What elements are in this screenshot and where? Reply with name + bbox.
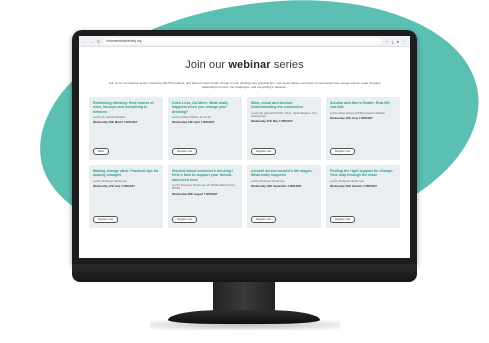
webinar-card: Mind, mood and alcohol: Understanding th… xyxy=(247,97,321,160)
webinar-card: Making change stick: Practical tips for … xyxy=(89,165,163,228)
register-button[interactable]: Register now xyxy=(93,216,119,223)
webinar-host: Led by Professor Nicole Lee xyxy=(251,179,285,183)
webinar-host: Led by Jeffrey Fischer, do not fer xyxy=(172,115,212,119)
webinar-title[interactable]: Worried about someone's drinking? Here's… xyxy=(172,169,238,182)
webinar-date: Wednesday 20th March 7.0PM BST xyxy=(93,121,138,125)
webinar-host: Led by Professor Nicole Lee, Dr Debbie W… xyxy=(172,183,235,191)
webinar-host: Led by Professor Nicole Lee xyxy=(330,179,364,183)
download-icon[interactable]: ⤓ xyxy=(392,39,394,44)
forward-icon[interactable]: → xyxy=(90,39,94,44)
title-bold: webinar xyxy=(228,59,271,71)
webinar-title[interactable]: Mind, mood and alcohol: Understanding th… xyxy=(251,101,317,110)
monitor-stand-neck xyxy=(213,282,275,312)
webinar-date: Wednesday 30th October 7.0PM BST xyxy=(330,185,377,188)
webinar-title[interactable]: Alcohol across women's life stages. What… xyxy=(251,169,317,178)
menu-icon[interactable]: ⋮ xyxy=(402,39,406,44)
profile-icon[interactable]: ● xyxy=(397,39,399,44)
webinar-title[interactable]: Finding the right support for change: Yo… xyxy=(330,169,396,178)
address-bar[interactable]: helloweeksbytraining.org xyxy=(103,38,383,44)
monitor-stand-base xyxy=(168,310,320,324)
title-prefix: Join our xyxy=(185,59,226,71)
webinar-card: Finding the right support for change: Yo… xyxy=(326,165,400,228)
register-button[interactable]: Register now xyxy=(251,216,277,223)
book-button[interactable]: Book xyxy=(93,148,109,155)
register-button[interactable]: Register now xyxy=(172,216,198,223)
webinar-date: Wednesday 12th June 7.0PM BST xyxy=(330,117,373,120)
webinar-date: Wednesday 18th September 7.0PM BST xyxy=(251,185,302,188)
webinar-card: Drink Less, Do More: What really happens… xyxy=(168,97,242,160)
reload-icon[interactable]: ↻ xyxy=(97,39,100,44)
webinar-date: Wednesday 17th July 7.0PM BST xyxy=(93,185,135,188)
webinar-date: Wednesday 27th May 7.0PM BST xyxy=(251,120,293,124)
browser-toolbar: ← → ↻ helloweeksbytraining.org ☆ ⤓ ● ⋮ xyxy=(79,36,410,47)
register-button[interactable]: Register now xyxy=(330,148,356,155)
webinar-host: Led by Dr. Hannah Mcelhin xyxy=(93,115,126,119)
webinar-date: Wednesday 24th April 7.0PM BST xyxy=(172,121,215,125)
register-button[interactable]: Register now xyxy=(330,216,356,223)
monitor-screen: ← → ↻ helloweeksbytraining.org ☆ ⤓ ● ⋮ J… xyxy=(79,36,410,258)
webinar-card: Rethinking drinking: Real stories of win… xyxy=(89,97,163,160)
back-icon[interactable]: ← xyxy=(83,39,87,44)
register-button[interactable]: Register now xyxy=(172,148,198,155)
webinar-title[interactable]: Drink Less, Do More: What really happens… xyxy=(172,101,238,114)
register-button[interactable]: Register now xyxy=(251,148,277,155)
webinar-title[interactable]: Making change stick: Practical tips for … xyxy=(93,169,159,178)
monitor-chin xyxy=(72,264,417,282)
bookmark-icon[interactable]: ☆ xyxy=(385,39,389,44)
webinar-title[interactable]: Rethinking drinking: Real stories of win… xyxy=(93,101,159,114)
webinar-card: Alcohol and Men's Health: Real life, rea… xyxy=(326,97,400,160)
webinar-grid: Rethinking drinking: Real stories of win… xyxy=(89,97,400,228)
webinar-host: Led by Professor Nicole Lee xyxy=(93,179,127,183)
webinar-card: Worried about someone's drinking? Here's… xyxy=(168,165,242,228)
page-content: Join our webinar series Join us for our … xyxy=(79,47,410,228)
page-title: Join our webinar series xyxy=(89,59,400,71)
intro-text: Join us for our webinar series, hosted b… xyxy=(108,81,381,89)
webinar-card: Alcohol across women's life stages. What… xyxy=(247,165,321,228)
webinar-host: Led by Drew Gimpel (ACMI) Cameron Watson xyxy=(330,111,386,115)
webinar-date: Wednesday 28th August 7.0PM BST xyxy=(172,192,218,196)
webinar-title[interactable]: Alcohol and Men's Health: Real life, rea… xyxy=(330,101,396,110)
webinar-host: Led by Dr. Hannah Mcelhin, Ph.D., Alpha … xyxy=(251,111,317,118)
title-suffix: series xyxy=(273,59,304,71)
